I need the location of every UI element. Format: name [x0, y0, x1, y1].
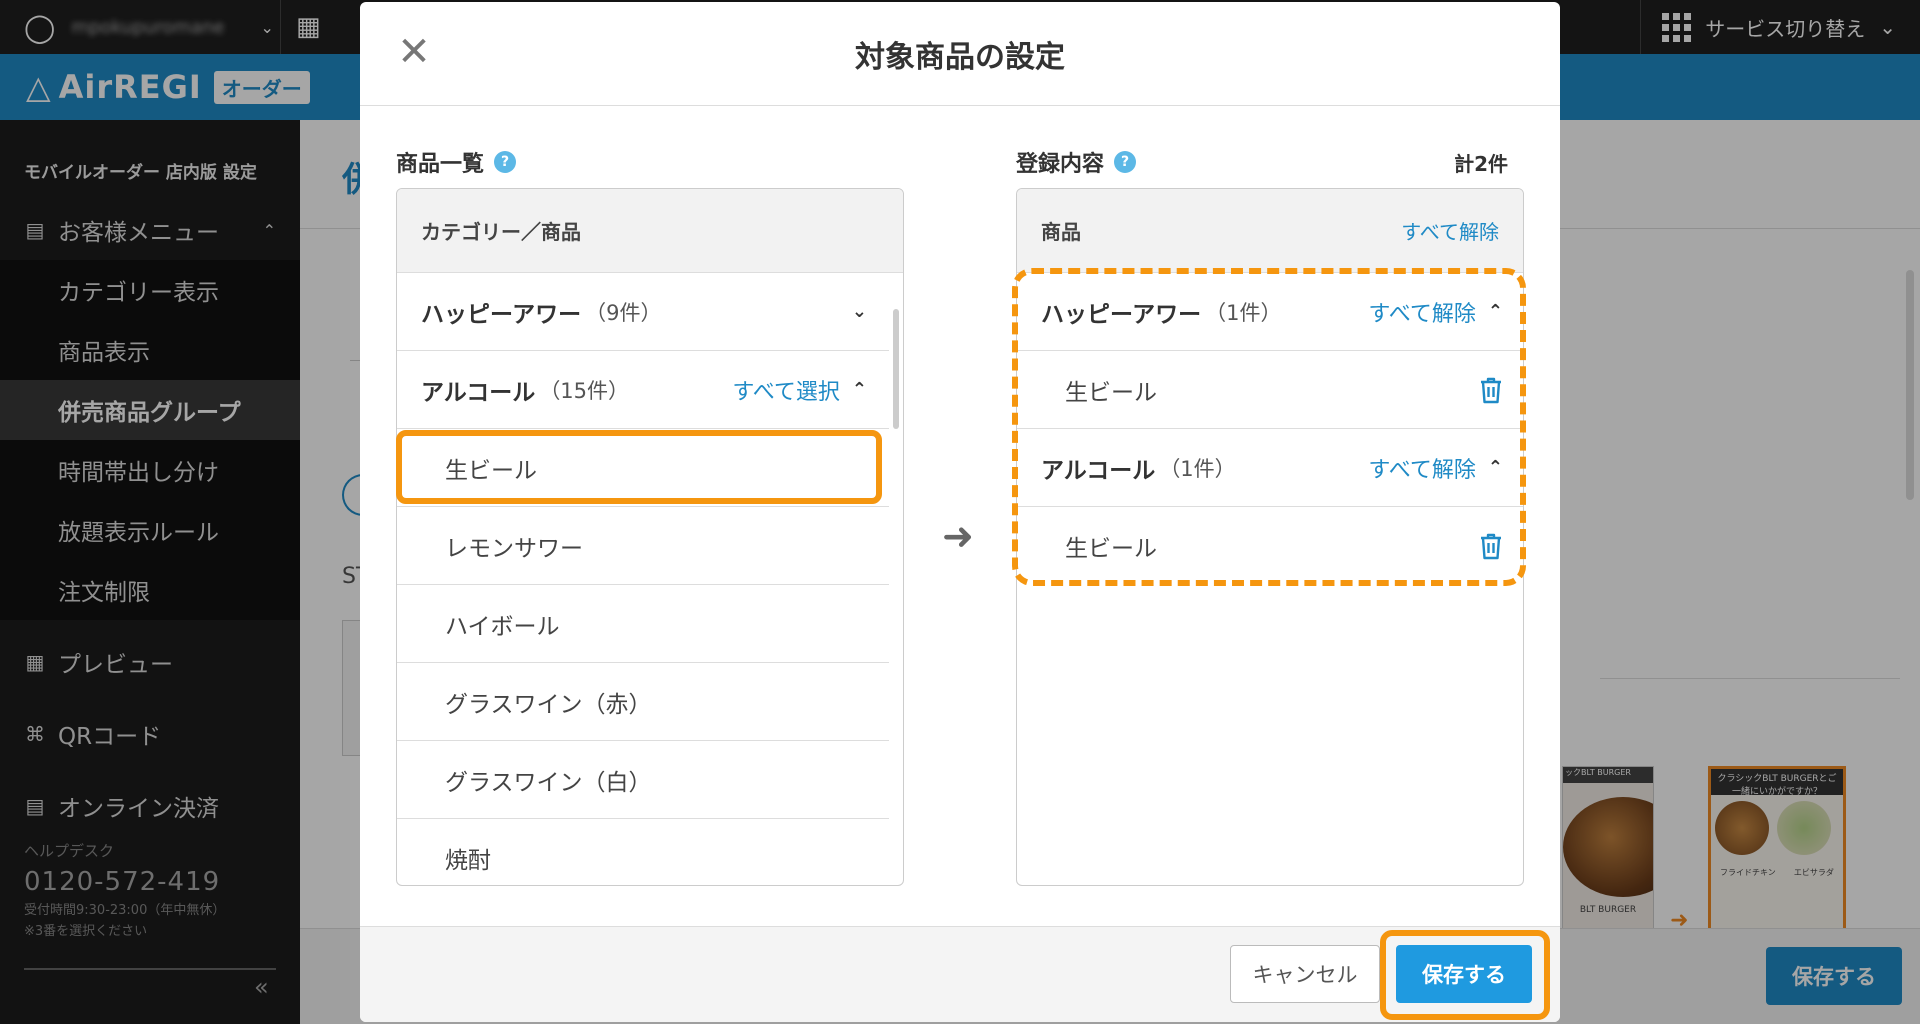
category-row-happy-hour[interactable]: ハッピーアワー （9件） ⌄ — [397, 273, 889, 351]
registered-header: 商品 すべて解除 — [1017, 189, 1523, 273]
chevron-down-icon[interactable]: ⌄ — [852, 301, 867, 322]
modal-title: 対象商品の設定 — [855, 40, 1065, 75]
clear-all-link[interactable]: すべて解除 — [1401, 216, 1499, 245]
highlight-save-button — [1380, 930, 1550, 1020]
panel-header-label: カテゴリー／商品 — [421, 220, 581, 244]
chevron-up-icon[interactable]: ⌃ — [852, 379, 867, 400]
product-name: 焼酎 — [445, 848, 491, 874]
product-list-label: 商品一覧 ? — [396, 146, 517, 178]
product-name: ハイボール — [445, 613, 560, 640]
category-name: アルコール — [421, 379, 536, 406]
registered-content-label: 登録内容 ? — [1016, 146, 1137, 178]
product-name: グラスワイン（赤） — [445, 691, 652, 718]
product-row[interactable]: ハイボール — [397, 585, 889, 663]
help-question-icon[interactable]: ? — [1114, 151, 1137, 173]
total-count: 計2件 — [1454, 152, 1508, 176]
highlight-selected-product — [396, 430, 882, 504]
highlight-registered-content — [1012, 268, 1526, 586]
product-row[interactable]: 焼酎 — [397, 819, 889, 885]
product-row[interactable]: グラスワイン（赤） — [397, 663, 889, 741]
product-name: レモンサワー — [445, 535, 583, 562]
category-name: ハッピーアワー — [421, 301, 582, 328]
modal-header: ✕ 対象商品の設定 — [360, 2, 1560, 106]
product-row[interactable]: グラスワイン（白） — [397, 741, 889, 819]
product-list-header: カテゴリー／商品 — [397, 189, 903, 273]
panel-header-label: 商品 — [1041, 220, 1081, 244]
product-name: グラスワイン（白） — [445, 769, 652, 796]
product-settings-modal: ✕ 対象商品の設定 商品一覧 ? カテゴリー／商品 ハッピーアワー （9件） ⌄ … — [360, 2, 1560, 1022]
select-all-link[interactable]: すべて選択 — [732, 374, 840, 406]
product-list-panel: カテゴリー／商品 ハッピーアワー （9件） ⌄ アルコール （15件） すべて選択 … — [396, 188, 904, 886]
scrollbar[interactable] — [893, 309, 899, 429]
cancel-button[interactable]: キャンセル — [1230, 945, 1380, 1003]
section-label-text: 商品一覧 — [396, 152, 485, 177]
category-count: （15件） — [539, 378, 630, 403]
category-count: （9件） — [585, 300, 662, 325]
product-row[interactable]: レモンサワー — [397, 507, 889, 585]
arrow-right-icon: ➜ — [942, 514, 974, 558]
section-label-text: 登録内容 — [1016, 152, 1105, 177]
category-row-alcohol[interactable]: アルコール （15件） すべて選択 ⌃ — [397, 351, 889, 429]
help-question-icon[interactable]: ? — [494, 151, 517, 173]
